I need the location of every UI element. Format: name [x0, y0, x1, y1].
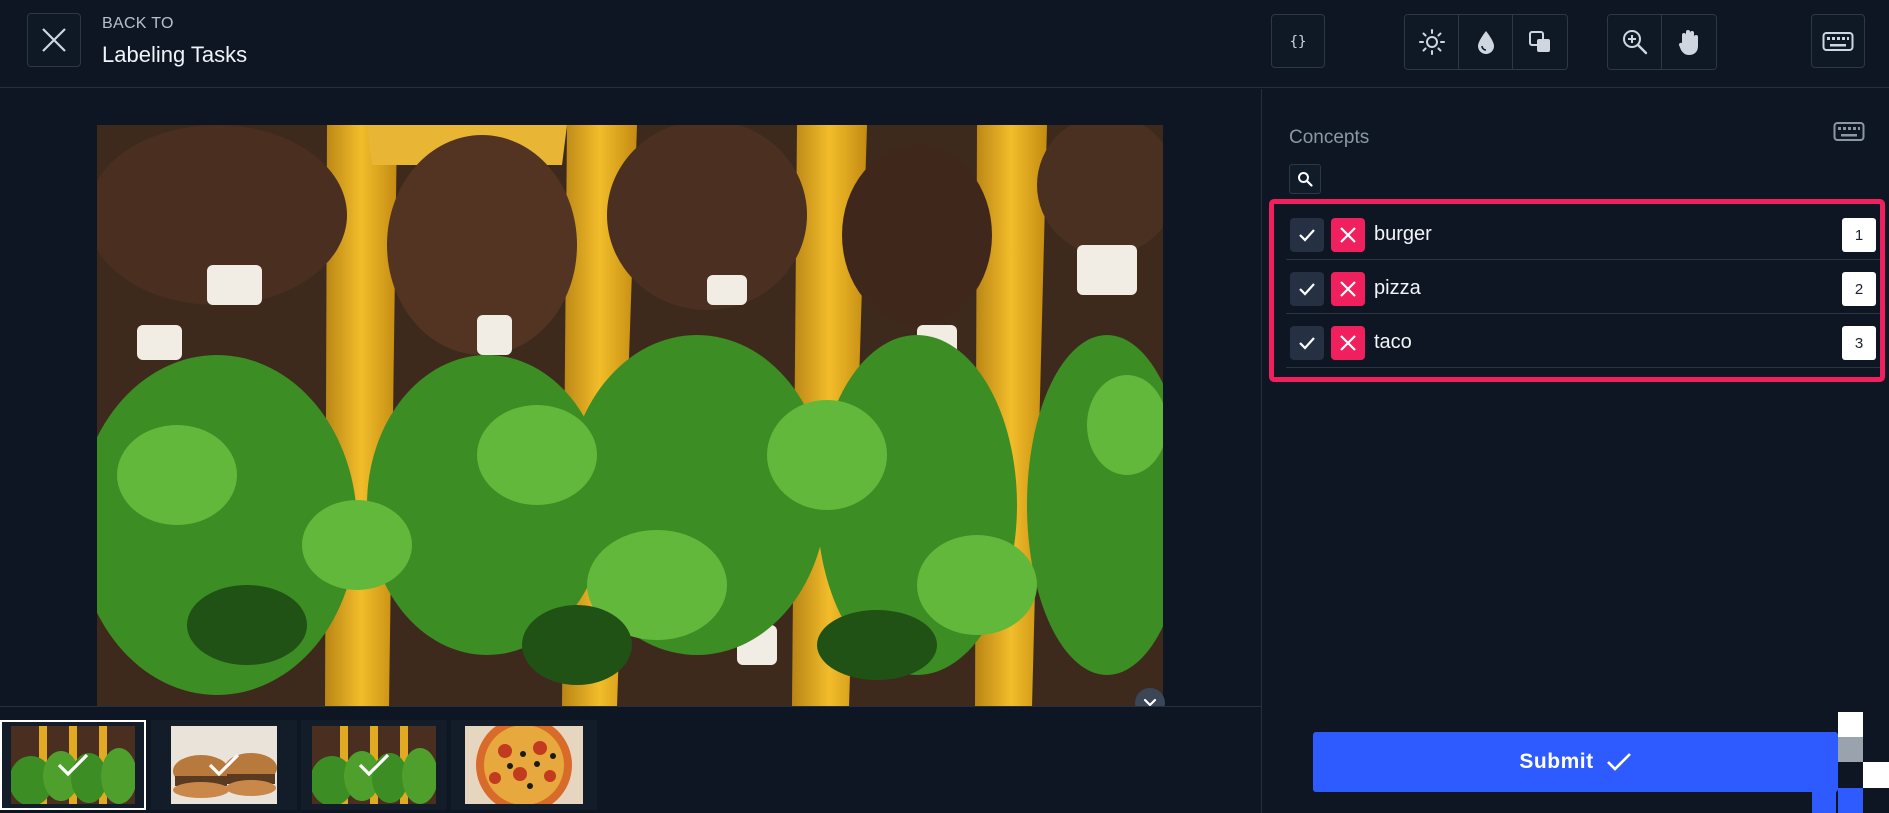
zoom-in-icon	[1622, 30, 1647, 55]
thumbnail-1[interactable]	[0, 720, 146, 810]
reviewed-check-icon	[358, 753, 390, 777]
concept-hotkey: 1	[1842, 218, 1876, 252]
brightness-button[interactable]	[1405, 15, 1459, 69]
close-icon	[1340, 335, 1356, 351]
keyboard-shortcuts-button[interactable]	[1811, 14, 1865, 68]
zoom-button[interactable]	[1608, 15, 1662, 69]
reviewed-check-icon	[57, 753, 89, 777]
contrast-button[interactable]	[1513, 15, 1567, 69]
back-to-title[interactable]: Labeling Tasks	[102, 42, 247, 68]
pixel-decoration	[1838, 712, 1889, 813]
keyboard-icon	[1833, 122, 1865, 141]
check-icon	[1299, 229, 1315, 242]
sun-icon	[1418, 29, 1445, 55]
taco-photo[interactable]	[97, 125, 1163, 707]
concepts-panel: Concepts burger 1 pizza 2 taco 3	[1263, 89, 1889, 813]
search-icon	[1298, 172, 1313, 187]
close-icon	[1340, 227, 1356, 243]
pizza-thumbnail-image	[465, 726, 583, 804]
reject-concept-button[interactable]	[1331, 272, 1365, 306]
concept-label: pizza	[1374, 277, 1421, 299]
concept-list: burger 1 pizza 2 taco 3	[1269, 199, 1885, 382]
submit-button[interactable]: Submit	[1313, 732, 1838, 792]
concept-search-button[interactable]	[1289, 164, 1321, 194]
saturation-button[interactable]	[1459, 15, 1513, 69]
thumbnail-4[interactable]	[451, 720, 597, 810]
top-bar: BACK TO Labeling Tasks {}	[0, 0, 1889, 88]
concept-label: burger	[1374, 223, 1432, 245]
concept-row: burger 1	[1286, 206, 1880, 260]
concepts-title: Concepts	[1289, 127, 1370, 148]
droplet-icon	[1477, 31, 1494, 54]
svg-text:{}: {}	[1290, 34, 1307, 50]
keyboard-icon	[1822, 32, 1854, 51]
concept-label: taco	[1374, 331, 1412, 353]
labeling-app: BACK TO Labeling Tasks {} Concepts burge…	[0, 0, 1889, 813]
accept-concept-button[interactable]	[1290, 272, 1324, 306]
thumbnail-2[interactable]	[151, 720, 297, 810]
code-braces-icon: {}	[1290, 34, 1307, 50]
back-to-label: BACK TO	[102, 15, 174, 32]
hand-icon	[1678, 30, 1698, 55]
accept-concept-button[interactable]	[1290, 218, 1324, 252]
json-view-button[interactable]: {}	[1271, 14, 1325, 68]
check-icon	[1299, 337, 1315, 350]
accept-concept-button[interactable]	[1290, 326, 1324, 360]
close-icon	[42, 28, 66, 52]
close-button[interactable]	[27, 13, 81, 67]
reject-concept-button[interactable]	[1331, 326, 1365, 360]
concept-row: pizza 2	[1286, 260, 1880, 314]
concept-row: taco 3	[1286, 314, 1880, 368]
pan-button[interactable]	[1662, 15, 1716, 69]
thumbnail-3[interactable]	[301, 720, 447, 810]
concept-hotkey: 2	[1842, 272, 1876, 306]
image-canvas[interactable]	[0, 89, 1262, 718]
reviewed-check-icon	[208, 753, 240, 777]
check-icon	[1606, 753, 1631, 771]
thumbnail-strip	[0, 706, 1262, 813]
taco-image	[97, 125, 1163, 707]
close-icon	[1340, 281, 1356, 297]
reject-concept-button[interactable]	[1331, 218, 1365, 252]
submit-label: Submit	[1519, 750, 1594, 773]
concept-shortcuts-button[interactable]	[1833, 119, 1865, 148]
check-icon	[1299, 283, 1315, 296]
concept-hotkey: 3	[1842, 326, 1876, 360]
contrast-icon	[1529, 31, 1550, 52]
view-tools-group	[1607, 14, 1717, 70]
image-adjust-group	[1404, 14, 1568, 70]
